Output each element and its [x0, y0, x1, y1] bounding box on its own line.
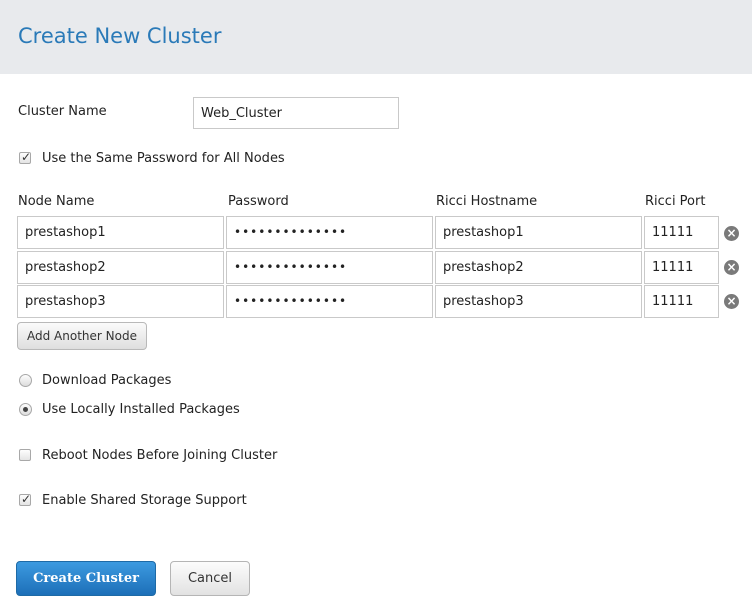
create-cluster-button[interactable]: Create Cluster [16, 561, 156, 596]
cancel-button[interactable]: Cancel [170, 561, 250, 596]
dialog-title: Create New Cluster [18, 24, 222, 48]
ricci-port-input[interactable]: 11111 [644, 285, 719, 318]
ricci-port-input[interactable]: 11111 [644, 251, 719, 284]
shared-storage-checkbox[interactable]: ✓ [19, 492, 32, 506]
ricci-hostname-input[interactable]: prestashop2 [435, 251, 642, 284]
node-name-input[interactable]: prestashop3 [17, 285, 224, 318]
reboot-nodes-label: Reboot Nodes Before Joining Cluster [42, 448, 278, 463]
same-password-label: Use the Same Password for All Nodes [42, 151, 285, 166]
dialog-header: Create New Cluster [0, 0, 752, 74]
local-packages-radio[interactable] [19, 403, 32, 416]
cluster-name-label: Cluster Name [18, 104, 107, 119]
cluster-name-input[interactable]: Web_Cluster [193, 97, 399, 129]
header-node-name: Node Name [18, 194, 95, 209]
radio-selected-dot [23, 407, 28, 412]
header-ricci-port: Ricci Port [645, 194, 706, 209]
header-ricci-hostname: Ricci Hostname [436, 194, 538, 209]
reboot-nodes-checkbox[interactable] [19, 449, 31, 461]
checkmark-icon: ✓ [21, 492, 32, 506]
close-icon[interactable]: × [724, 294, 739, 309]
password-input[interactable]: •••••••••••••• [226, 285, 433, 318]
password-input[interactable]: •••••••••••••• [226, 216, 433, 249]
close-icon[interactable]: × [724, 226, 739, 241]
password-input[interactable]: •••••••••••••• [226, 251, 433, 284]
ricci-hostname-input[interactable]: prestashop1 [435, 216, 642, 249]
ricci-port-input[interactable]: 11111 [644, 216, 719, 249]
header-password: Password [228, 194, 289, 209]
local-packages-label: Use Locally Installed Packages [42, 402, 240, 417]
add-node-button[interactable]: Add Another Node [17, 322, 147, 350]
node-name-input[interactable]: prestashop1 [17, 216, 224, 249]
ricci-hostname-input[interactable]: prestashop3 [435, 285, 642, 318]
download-packages-radio[interactable] [19, 374, 32, 387]
same-password-checkbox[interactable]: ✓ [19, 150, 32, 164]
download-packages-label: Download Packages [42, 373, 172, 388]
shared-storage-label: Enable Shared Storage Support [42, 493, 247, 508]
node-name-input[interactable]: prestashop2 [17, 251, 224, 284]
checkmark-icon: ✓ [21, 150, 32, 164]
close-icon[interactable]: × [724, 260, 739, 275]
